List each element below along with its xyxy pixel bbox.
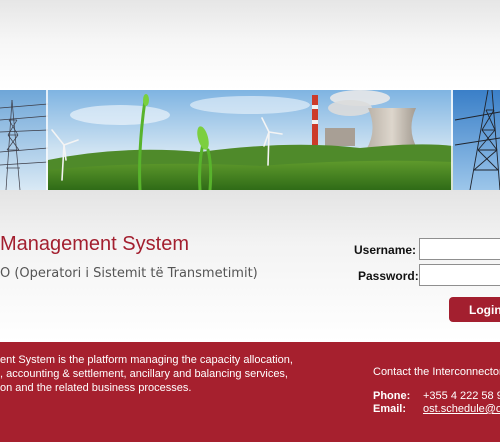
footer-description-line: , accounting & settlement, ancillary and… xyxy=(0,368,288,380)
password-input[interactable] xyxy=(419,264,500,286)
page-title: Management System xyxy=(0,233,189,255)
contact-heading: Contact the Interconnector xyxy=(373,366,500,378)
username-input[interactable] xyxy=(419,238,500,260)
phone-value: +355 4 222 58 9 xyxy=(423,390,500,402)
header-banner-image xyxy=(0,90,500,190)
phone-label: Phone: xyxy=(373,390,411,402)
username-label: Username: xyxy=(354,243,417,257)
page-subtitle: O (Operatori i Sistemit të Transmetimit) xyxy=(0,266,258,281)
email-link[interactable]: ost.schedule@o xyxy=(423,403,500,415)
email-label: Email: xyxy=(373,403,407,415)
footer-description-line: on and the related business processes. xyxy=(0,382,192,394)
password-label: Password: xyxy=(358,269,419,283)
footer-description-line: ent System is the platform managing the … xyxy=(0,354,293,366)
footer: ent System is the platform managing the … xyxy=(0,342,500,442)
login-button[interactable]: Login xyxy=(449,297,500,322)
top-header-band xyxy=(0,0,500,90)
